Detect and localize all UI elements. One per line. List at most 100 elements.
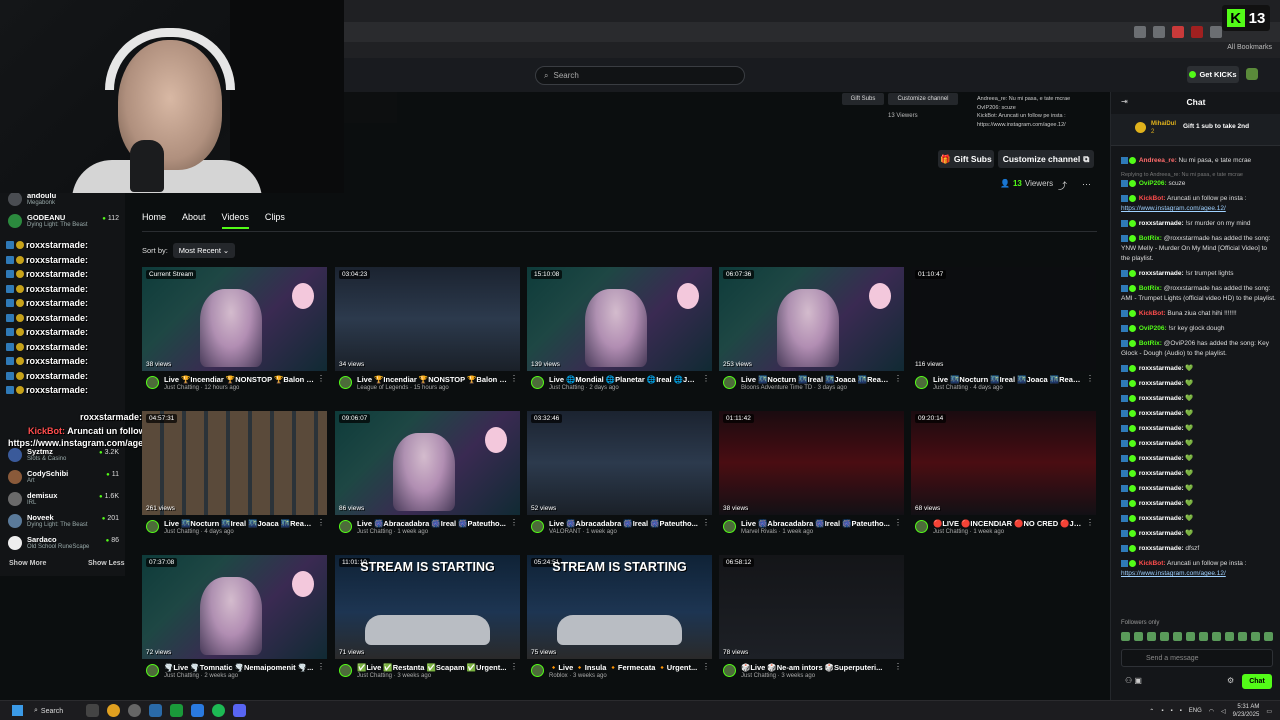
video-card[interactable]: 05:24:51 75 views STREAM IS STARTING 🔸Live …	[527, 555, 712, 689]
discord-icon[interactable]	[233, 704, 246, 717]
gear-icon[interactable]: ⚙	[1227, 676, 1234, 685]
video-thumbnail[interactable]: 04:57:31 261 views	[142, 411, 327, 515]
chat-username[interactable]: BotRix:	[1139, 285, 1162, 292]
more-options-icon[interactable]: ⋮	[317, 662, 325, 671]
more-options-icon[interactable]: ⋮	[894, 518, 902, 527]
xbox-icon[interactable]	[170, 704, 183, 717]
chat-username[interactable]: roxxstarmade:	[1139, 470, 1184, 477]
video-title[interactable]: 🔴LIVE 🔴INCENDIAR 🔴NO CRED 🔴Jo...	[933, 519, 1083, 528]
video-title[interactable]: Live 🌃Nocturn 🌃Ireal 🌃Joaca 🌃React...	[741, 375, 891, 384]
more-options-icon[interactable]: ⋮	[1086, 518, 1094, 527]
chat-username[interactable]: roxxstarmade:	[1139, 485, 1184, 492]
avatar[interactable]	[146, 520, 159, 533]
emote-icon[interactable]	[1199, 632, 1208, 641]
tab-clips[interactable]: Clips	[265, 212, 285, 229]
chat-username[interactable]: roxxstarmade:	[1139, 410, 1184, 417]
video-thumbnail[interactable]: 06:07:36 253 views	[719, 267, 904, 371]
more-options-icon[interactable]: ⋮	[510, 662, 518, 671]
user-avatar[interactable]	[1246, 68, 1258, 80]
video-card[interactable]: 06:58:12 78 views 🎲Live 🎲Ne-am intors 🎲Sup…	[719, 555, 904, 689]
video-title[interactable]: Live 🎆Abracadabra 🎆Ireal 🎆Pateutho...	[549, 519, 699, 528]
avatar[interactable]	[723, 520, 736, 533]
video-thumbnail[interactable]: 01:11:42 38 views	[719, 411, 904, 515]
video-title[interactable]: 🌪️Live 🌪️Tomnatic 🌪️Nemaipomenit 🌪️...	[164, 663, 314, 672]
steam-icon[interactable]	[149, 704, 162, 717]
video-card[interactable]: 04:57:31 261 views Live 🌃Nocturn 🌃Ireal 🌃J…	[142, 411, 327, 545]
video-title[interactable]: Live 🏆Incendiar 🏆NONSTOP 🏆Balon D...	[357, 375, 507, 384]
chat-username[interactable]: OviP206:	[1139, 325, 1167, 332]
get-kicks-button[interactable]: Get KICKs	[1187, 66, 1239, 83]
video-card[interactable]: 03:32:46 52 views Live 🎆Abracadabra 🎆Ireal…	[527, 411, 712, 545]
chat-link[interactable]: https://www.instagram.com/agee.12/	[1121, 570, 1226, 577]
sidebar-channel[interactable]: GODEANU Dying Light: The Beast 112	[0, 210, 125, 232]
video-title[interactable]: 🎲Live 🎲Ne-am intors 🎲Superputeri...	[741, 663, 891, 672]
avatar[interactable]	[723, 376, 736, 389]
chat-tools-icon[interactable]: ⚇ ▣	[1125, 676, 1142, 685]
avatar[interactable]	[146, 664, 159, 677]
chat-message-input[interactable]: Send a message	[1121, 649, 1273, 667]
emote-icon[interactable]	[1173, 632, 1182, 641]
chat-username[interactable]: KickBot:	[1139, 310, 1166, 317]
avatar[interactable]	[531, 520, 544, 533]
sidebar-channel[interactable]: demisux IRL 1.6K	[0, 488, 125, 510]
app-icon[interactable]	[128, 704, 141, 717]
mic-icon[interactable]: ▪	[1180, 708, 1182, 714]
video-thumbnail[interactable]: 11:01:10 71 views STREAM IS STARTING	[335, 555, 520, 659]
more-options-icon[interactable]: ⋮	[702, 662, 710, 671]
show-less-button[interactable]: Show Less	[88, 560, 125, 567]
chevron-up-icon[interactable]: ⌃	[1149, 708, 1154, 715]
emote-icon[interactable]	[1160, 632, 1169, 641]
show-more-button[interactable]: Show More	[9, 560, 46, 567]
chat-username[interactable]: roxxstarmade:	[1139, 455, 1184, 462]
video-title[interactable]: Live 🏆Incendiar 🏆NONSTOP 🏆Balon D...	[164, 375, 314, 384]
taskview-icon[interactable]	[86, 704, 99, 717]
chat-username[interactable]: roxxstarmade:	[1139, 220, 1184, 227]
send-chat-button[interactable]: Chat	[1242, 674, 1272, 689]
language-indicator[interactable]: ENG	[1189, 708, 1202, 714]
video-thumbnail[interactable]: 09:20:14 68 views	[911, 411, 1096, 515]
more-options-icon[interactable]: ⋮	[317, 374, 325, 383]
video-thumbnail[interactable]: 15:10:08 139 views	[527, 267, 712, 371]
avatar[interactable]	[531, 376, 544, 389]
avatar[interactable]	[915, 376, 928, 389]
tab-videos[interactable]: Videos	[221, 212, 249, 229]
tray-icon[interactable]: ▪	[1161, 708, 1163, 714]
search-input[interactable]: ⌕ Search	[535, 66, 745, 85]
video-card[interactable]: 15:10:08 139 views Live 🌐Mondial 🌐Planetar…	[527, 267, 712, 401]
video-card[interactable]: 01:11:42 38 views Live 🎆Abracadabra 🎆Ireal…	[719, 411, 904, 545]
video-title[interactable]: Live 🌃Nocturn 🌃Ireal 🌃Joaca 🌃React...	[933, 375, 1083, 384]
avatar[interactable]	[915, 520, 928, 533]
video-title[interactable]: Live 🌐Mondial 🌐Planetar 🌐Ireal 🌐Joa...	[549, 375, 699, 384]
video-card[interactable]: 03:04:23 34 views Live 🏆Incendiar 🏆NONSTOP…	[335, 267, 520, 401]
avatar[interactable]	[339, 664, 352, 677]
chat-username[interactable]: KickBot:	[1139, 195, 1166, 202]
extension-icon[interactable]	[1172, 26, 1184, 38]
more-options-icon[interactable]: ⋮	[702, 518, 710, 527]
emote-icon[interactable]	[1264, 632, 1273, 641]
video-title[interactable]: Live 🌃Nocturn 🌃Ireal 🌃Joaca 🌃React...	[164, 519, 314, 528]
chat-link[interactable]: https://www.instagram.com/agee.12/	[1121, 205, 1226, 212]
video-title[interactable]: Live 🎆Abracadabra 🎆Ireal 🎆Pateutho...	[357, 519, 507, 528]
puzzle-icon[interactable]	[1210, 26, 1222, 38]
emote-icon[interactable]	[1186, 632, 1195, 641]
more-options-icon[interactable]: ⋮	[1086, 374, 1094, 383]
chat-username[interactable]: roxxstarmade:	[1139, 440, 1184, 447]
video-card[interactable]: 09:20:14 68 views 🔴LIVE 🔴INCENDIAR 🔴NO CRE…	[911, 411, 1096, 545]
video-card[interactable]: 07:37:08 72 views 🌪️Live 🌪️Tomnatic 🌪️Nema…	[142, 555, 327, 689]
chat-username[interactable]: KickBot:	[1139, 560, 1166, 567]
more-options-icon[interactable]: ⋮	[510, 518, 518, 527]
chat-username[interactable]: roxxstarmade:	[1139, 380, 1184, 387]
video-card[interactable]: 09:06:07 86 views Live 🎆Abracadabra 🎆Ireal…	[335, 411, 520, 545]
chat-username[interactable]: roxxstarmade:	[1139, 545, 1184, 552]
more-options-icon[interactable]: ⋮	[894, 374, 902, 383]
more-options-icon[interactable]: ⋮	[317, 518, 325, 527]
customize-channel-button[interactable]: Customize channel ⧉	[998, 150, 1094, 168]
chat-username[interactable]: roxxstarmade:	[1139, 500, 1184, 507]
emote-icon[interactable]	[1134, 632, 1143, 641]
emote-icon[interactable]	[1121, 632, 1130, 641]
more-options-icon[interactable]: ⋮	[510, 374, 518, 383]
notification-icon[interactable]: ▭	[1266, 708, 1272, 715]
sidebar-channel[interactable]: Sardaco Old School RuneScape 86	[0, 532, 125, 554]
tray-icon[interactable]: ▪	[1170, 708, 1172, 714]
emote-icon[interactable]	[1238, 632, 1247, 641]
